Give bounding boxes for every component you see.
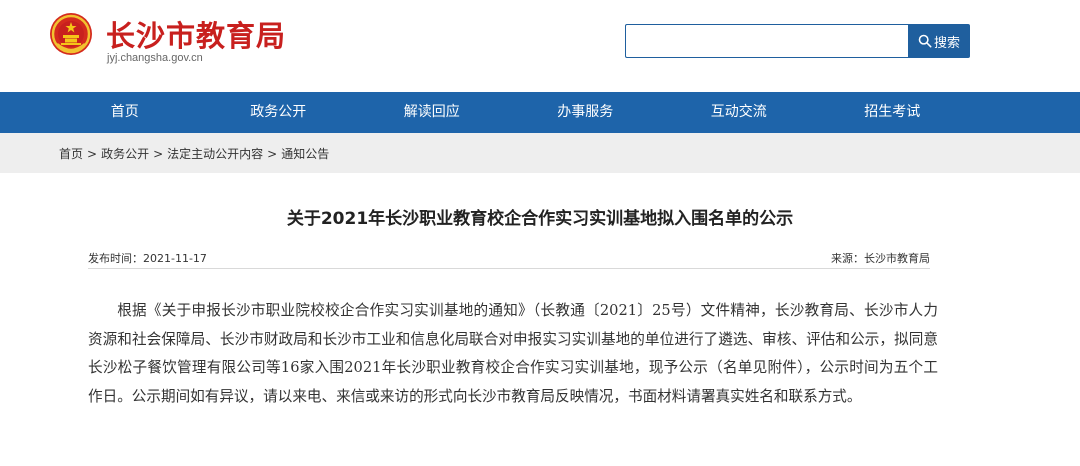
nav-item-home[interactable]: 首页 — [48, 92, 202, 133]
nav-item-services[interactable]: 办事服务 — [509, 92, 663, 133]
nav-item-admissions[interactable]: 招生考试 — [816, 92, 970, 133]
nav-item-interaction[interactable]: 互动交流 — [662, 92, 816, 133]
breadcrumb-item-legal-content[interactable]: 法定主动公开内容 — [167, 147, 263, 161]
breadcrumb-bar: 首页 > 政务公开 > 法定主动公开内容 > 通知公告 — [0, 133, 1080, 173]
search-input[interactable] — [625, 24, 909, 58]
site-header: 长沙市教育局 jyj.changsha.gov.cn 搜索 — [0, 0, 1080, 92]
article-source: 来源：长沙市教育局 — [831, 252, 930, 265]
breadcrumb-item-notices[interactable]: 通知公告 — [281, 147, 329, 161]
site-title[interactable]: 长沙市教育局 — [106, 13, 286, 55]
breadcrumb-separator: > — [153, 147, 164, 161]
breadcrumb-separator: > — [267, 147, 278, 161]
national-emblem-icon[interactable] — [49, 12, 93, 56]
search-button[interactable]: 搜索 — [908, 24, 970, 58]
breadcrumb-separator: > — [87, 147, 98, 161]
publish-time: 发布时间：2021-11-17 — [88, 252, 207, 265]
breadcrumb: 首页 > 政务公开 > 法定主动公开内容 > 通知公告 — [59, 145, 329, 162]
site-domain: jyj.changsha.gov.cn — [107, 52, 203, 64]
breadcrumb-item-home[interactable]: 首页 — [59, 147, 83, 161]
article-body: 根据《关于申报长沙市职业院校校企合作实习实训基地的通知》（长教通〔2021〕25… — [88, 302, 938, 405]
nav-item-gov-info[interactable]: 政务公开 — [202, 92, 356, 133]
article-meta: 发布时间：2021-11-17 来源：长沙市教育局 — [88, 250, 930, 268]
article-title: 关于2021年长沙职业教育校企合作实习实训基地拟入围名单的公示 — [286, 209, 794, 229]
main-nav: 首页 政务公开 解读回应 办事服务 互动交流 招生考试 — [0, 92, 1080, 133]
breadcrumb-item-gov-info[interactable]: 政务公开 — [101, 147, 149, 161]
meta-divider — [88, 268, 930, 269]
search-icon — [918, 34, 932, 48]
search-button-label: 搜索 — [933, 35, 960, 51]
nav-item-interpretation[interactable]: 解读回应 — [355, 92, 509, 133]
